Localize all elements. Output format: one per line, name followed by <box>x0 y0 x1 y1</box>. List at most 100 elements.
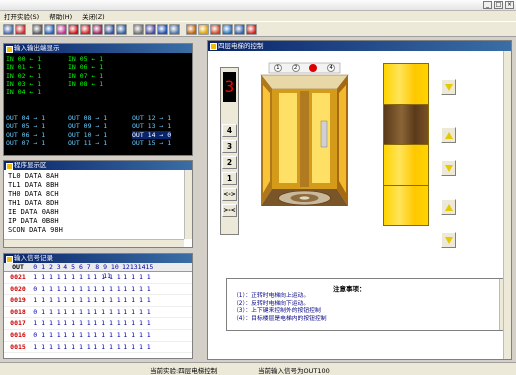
floor-button-4[interactable]: 4 <box>222 124 237 137</box>
floor-button-3[interactable]: 3 <box>222 140 237 153</box>
call-up-floor-3[interactable] <box>441 127 456 143</box>
table-row: 0017 1 1 1 11 1 1 11 1 1 11 1 1 1 <box>4 318 192 330</box>
record-bits-cell: 1 1 1 1 <box>93 273 121 281</box>
elevator-car-image: 1 2 ● 4 <box>257 61 352 219</box>
program-vertical-scrollbar[interactable] <box>184 170 192 239</box>
menu-help[interactable]: 帮助(H) <box>49 11 72 21</box>
exit-icon[interactable] <box>246 23 257 35</box>
call-up-floor-2[interactable] <box>441 199 456 215</box>
record-bits-cell: 1 1 1 1 <box>63 319 91 328</box>
target-icon[interactable] <box>92 23 103 35</box>
code-line: TH0 DATA 8CH <box>8 190 59 198</box>
record-bits-cell: 0 1 1 1 <box>33 330 61 339</box>
chip-icon[interactable] <box>15 23 26 35</box>
record-index-cell: 0016 <box>10 330 26 339</box>
save-icon[interactable] <box>3 23 14 35</box>
elevator-window-scrollbar[interactable] <box>503 51 511 359</box>
code-line: SCON DATA 98H <box>8 226 63 234</box>
record-bits-cell: 1 1 1 1 <box>93 284 121 293</box>
chart-icon[interactable] <box>44 23 55 35</box>
output-line: OUT 13 → 1 <box>132 122 172 131</box>
arrow-down-icon <box>445 165 453 172</box>
input-line: IN 03 ← 1 <box>6 79 42 88</box>
call-down-floor-3[interactable] <box>441 160 456 176</box>
record-header-cell: 4 5 6 7 <box>63 263 91 271</box>
menu-open-experiment[interactable]: 打开实验(S) <box>4 11 39 21</box>
status-bar: 当前实验:四层电梯控制 当前输入信号为OUT100 <box>0 362 516 375</box>
notes-title: 注意事项： <box>333 285 366 293</box>
floor-indicator-number: 4 <box>327 64 336 72</box>
grid-icon[interactable] <box>157 23 168 35</box>
toolbar <box>0 21 516 37</box>
elevator-car-position <box>384 104 428 145</box>
keyboard-icon[interactable] <box>116 23 127 35</box>
elevator-window-title: 四层电梯的控制 <box>208 41 511 51</box>
floor-indicator-number: 1 <box>273 64 282 72</box>
io-panel-title: 输入输出端显示 <box>4 44 192 53</box>
maximize-button[interactable]: □ <box>494 1 503 9</box>
record-bits-cell: 1 1 1 1 <box>63 330 91 339</box>
table-row: 0020 0 1 1 11 1 1 11 1 1 11 1 1 1 <box>4 284 192 296</box>
input-line: IN 00 ← 1 <box>6 55 42 63</box>
floor-indicator-lamp: ● <box>309 64 318 72</box>
record-header-cell: 8 9 10 11 <box>95 263 119 280</box>
floor-button-1[interactable]: 1 <box>222 172 237 185</box>
call-down-floor-4[interactable] <box>441 79 456 95</box>
record-bits-cell: 1 1 1 1 <box>63 307 91 316</box>
output-line: OUT 15 → 1 <box>132 138 172 147</box>
arrow-up-icon <box>445 132 453 139</box>
record-header-cell: 12131415 <box>122 263 154 271</box>
call-down-floor-2[interactable] <box>441 232 456 248</box>
record-bits-cell: 1 1 1 1 <box>63 342 91 351</box>
menu-close[interactable]: 关闭(Z) <box>82 11 105 21</box>
output-line: OUT 11 → 1 <box>68 138 108 147</box>
window-controls: _ □ × <box>483 1 514 9</box>
tool-icon[interactable] <box>32 23 43 35</box>
floor-button-2[interactable]: 2 <box>222 156 237 169</box>
record-bits-cell: 1 1 1 1 <box>123 342 151 351</box>
record-bits-cell: 0 1 1 1 <box>33 307 61 316</box>
memory-icon[interactable] <box>104 23 115 35</box>
record-bits-cell: 1 1 1 1 <box>63 273 91 281</box>
note-line: （4）：目标楼层是电梯内的按钮控制 <box>233 315 327 322</box>
about-icon[interactable] <box>222 23 233 35</box>
window-icon[interactable] <box>234 23 245 35</box>
record-index-cell: 0015 <box>10 342 26 351</box>
print-icon[interactable] <box>145 23 156 35</box>
output-line: OUT 10 → 1 <box>68 130 108 139</box>
output-line-highlighted: OUT 14 → 0 <box>132 130 172 139</box>
door-open-button[interactable]: <-> <box>222 188 237 201</box>
output-line: OUT 08 → 1 <box>68 114 108 122</box>
program-listing[interactable]: TL0 DATA 8AH TL1 DATA 8BH TH0 DATA 8CH T… <box>4 170 184 240</box>
minimize-button[interactable]: _ <box>483 1 492 9</box>
record-bits-cell: 0 1 1 1 <box>33 284 61 293</box>
code-line: TH1 DATA 8DH <box>8 199 59 207</box>
record-bits-cell: 1 1 1 1 <box>123 330 151 339</box>
table-row: 0021 1 1 1 11 1 1 11 1 1 11 1 1 1 <box>4 272 192 284</box>
info-icon[interactable] <box>210 23 221 35</box>
palette-icon[interactable] <box>56 23 67 35</box>
program-horizontal-scrollbar[interactable] <box>4 239 184 247</box>
output-line: OUT 04 → 1 <box>6 114 46 122</box>
flag-icon[interactable] <box>186 23 197 35</box>
record-bits-cell: 1 1 1 1 <box>63 296 91 305</box>
input-line: IN 06 ← 1 <box>68 63 104 72</box>
door-close-button[interactable]: >-< <box>222 204 237 217</box>
stop-icon[interactable] <box>68 23 79 35</box>
record-header-cell: OUT <box>12 263 24 271</box>
table-icon[interactable] <box>169 23 180 35</box>
shaft-floor <box>384 185 428 226</box>
status-signal: 当前输入信号为OUT100 <box>258 367 330 375</box>
record-icon[interactable] <box>80 23 91 35</box>
record-panel-title: 输入信号记录 <box>4 254 192 263</box>
input-line: IN 08 ← 1 <box>68 79 104 88</box>
help-icon[interactable] <box>198 23 209 35</box>
record-bits-cell: 1 1 1 1 <box>33 296 61 305</box>
input-line: IN 05 ← 1 <box>68 55 104 63</box>
document-icon[interactable] <box>133 23 144 35</box>
close-window-button[interactable]: × <box>505 1 514 9</box>
code-line: IP DATA 0B8H <box>8 217 59 225</box>
input-line: IN 04 ← 1 <box>6 88 42 97</box>
note-line: （1）：正转时电梯向上运动。 <box>233 293 310 299</box>
record-header-row: OUT 0 1 2 3 4 5 6 7 8 9 10 11 12131415 <box>4 263 192 280</box>
